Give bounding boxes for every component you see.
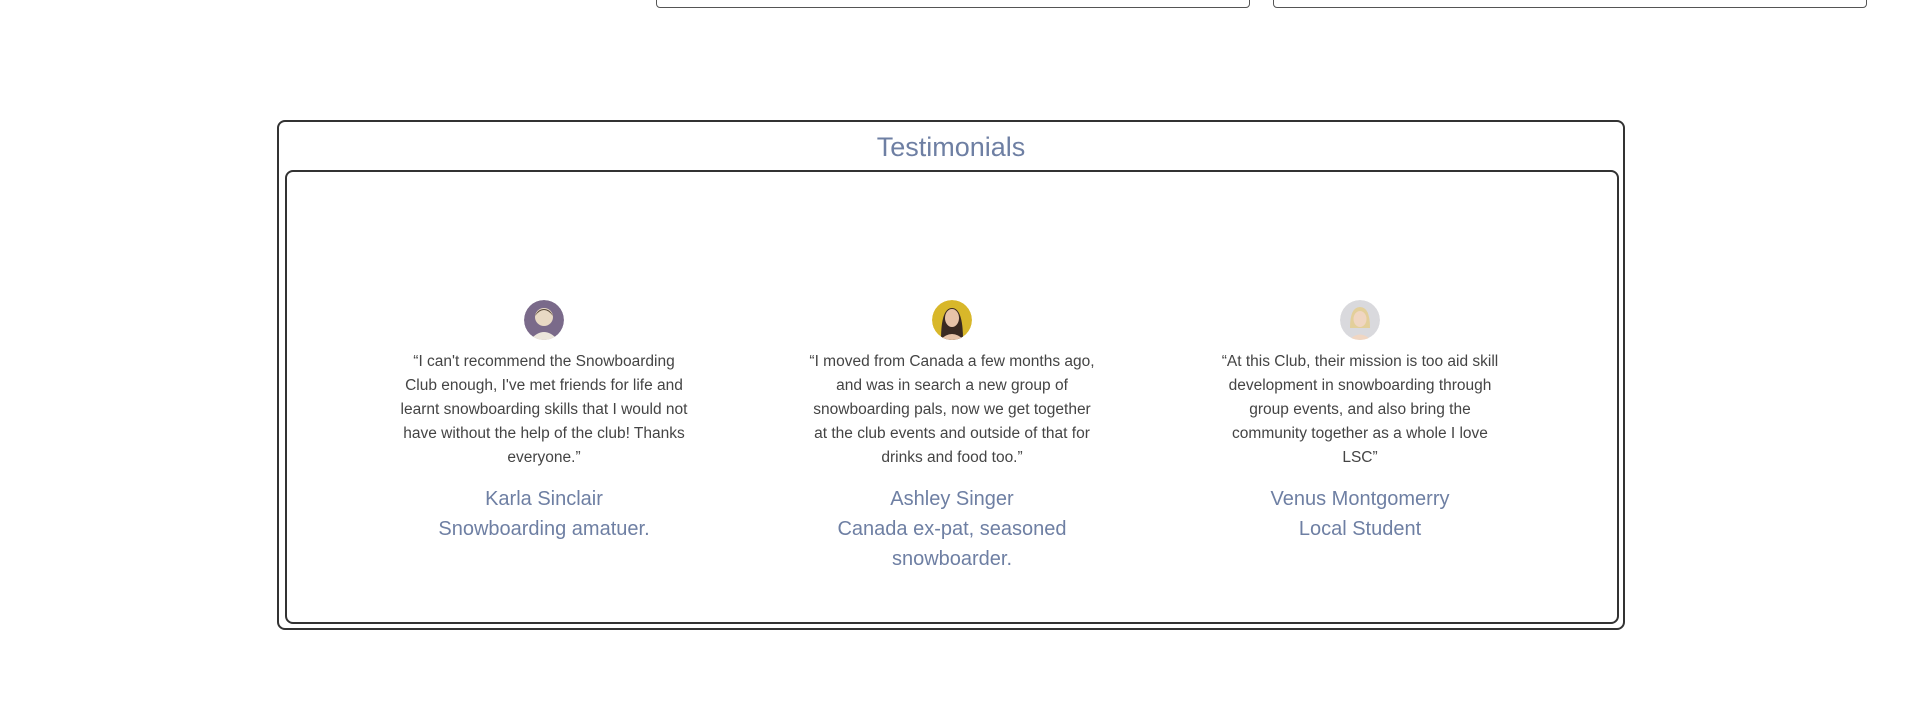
testimonial-card: “I moved from Canada a few months ago, a…: [802, 300, 1102, 574]
testimonial-role: Canada ex-pat, seasoned snowboarder.: [837, 518, 1067, 570]
testimonials-carousel: “I can't recommend the Snowboarding Club…: [285, 170, 1619, 624]
testimonial-card: “I can't recommend the Snowboarding Club…: [394, 300, 694, 544]
section-title: Testimonials: [876, 132, 1026, 162]
testimonial-role: Snowboarding amatuer.: [438, 518, 650, 540]
testimonial-quote: “At this Club, their mission is too aid …: [1221, 353, 1499, 466]
testimonials-section: Testimonials “I can't recommend the Snow…: [277, 120, 1625, 630]
top-right-panel: [1273, 0, 1867, 8]
testimonial-card: “At this Club, their mission is too aid …: [1210, 300, 1510, 544]
testimonial-name: Ashley Singer: [890, 488, 1014, 510]
testimonial-quote: “I can't recommend the Snowboarding Club…: [400, 353, 688, 466]
testimonial-quote: “I moved from Canada a few months ago, a…: [809, 353, 1095, 466]
testimonial-name: Venus Montgomerry: [1270, 488, 1450, 510]
avatar: [524, 300, 564, 340]
testimonial-name: Karla Sinclair: [485, 488, 603, 510]
top-left-panel: [656, 0, 1250, 8]
avatar: [1340, 300, 1380, 340]
testimonial-role: Local Student: [1298, 518, 1422, 540]
avatar: [932, 300, 972, 340]
